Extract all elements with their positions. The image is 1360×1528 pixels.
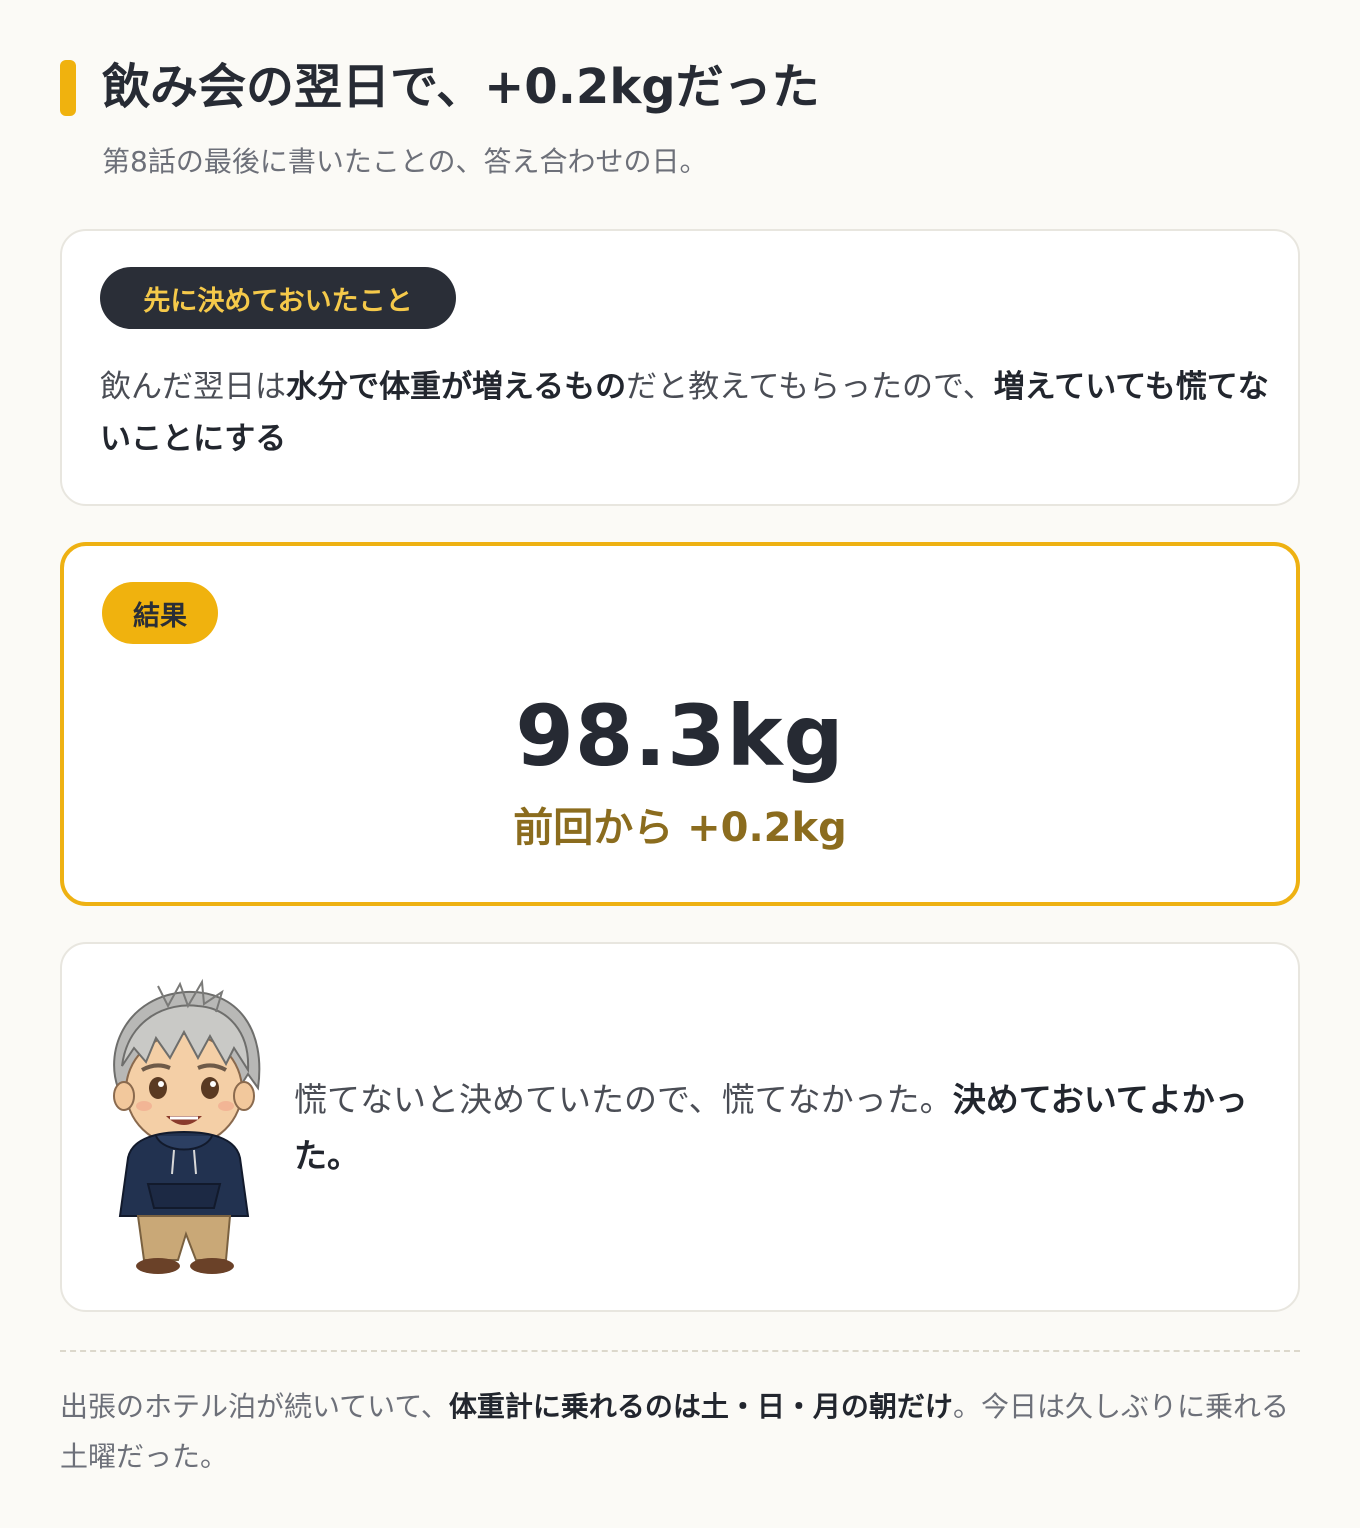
result-badge: 結果 bbox=[102, 582, 218, 644]
rule-card: 先に決めておいたこと 飲んだ翌日は水分で体重が増えるものだと教えてもらったので、… bbox=[60, 229, 1300, 506]
dashed-divider bbox=[60, 1350, 1300, 1352]
rule-text-part: だと教えてもらったので、 bbox=[626, 369, 994, 405]
page-title: 飲み会の翌日で、+0.2kgだった bbox=[102, 59, 820, 115]
character-avatar bbox=[113, 978, 261, 1274]
page: 飲み会の翌日で、+0.2kgだった 第8話の最後に書いたことの、答え合わせの日。… bbox=[0, 0, 1360, 1528]
rule-text-emphasis: 水分で体重が増えるもの bbox=[286, 369, 627, 405]
comment-card: 慌てないと決めていたので、慌てなかった。決めておいてよかった。 bbox=[60, 942, 1300, 1312]
rule-text: 飲んだ翌日は水分で体重が増えるものだと教えてもらったので、増えていても慌てないこ… bbox=[100, 361, 1270, 465]
page-subtitle: 第8話の最後に書いたことの、答え合わせの日。 bbox=[102, 145, 708, 178]
rule-text-part: 飲んだ翌日は bbox=[100, 369, 286, 405]
title-accent-bar bbox=[60, 60, 76, 116]
footer-text-part: 出張のホテル泊が続いていて、 bbox=[60, 1390, 449, 1423]
footer-note: 出張のホテル泊が続いていて、体重計に乗れるのは土・日・月の朝だけ。今日は久しぶり… bbox=[60, 1382, 1300, 1482]
result-card: 結果 98.3kg 前回から +0.2kg bbox=[60, 542, 1300, 906]
comment-text: 慌てないと決めていたので、慌てなかった。決めておいてよかった。 bbox=[294, 1072, 1254, 1184]
weight-diff: 前回から +0.2kg bbox=[513, 805, 847, 851]
rule-badge: 先に決めておいたこと bbox=[100, 267, 456, 329]
comment-text-part: 慌てないと決めていたので、慌てなかった。 bbox=[294, 1080, 953, 1119]
weight-value: 98.3kg bbox=[515, 687, 845, 785]
footer-text-emphasis: 体重計に乗れるのは土・日・月の朝だけ bbox=[448, 1390, 953, 1423]
